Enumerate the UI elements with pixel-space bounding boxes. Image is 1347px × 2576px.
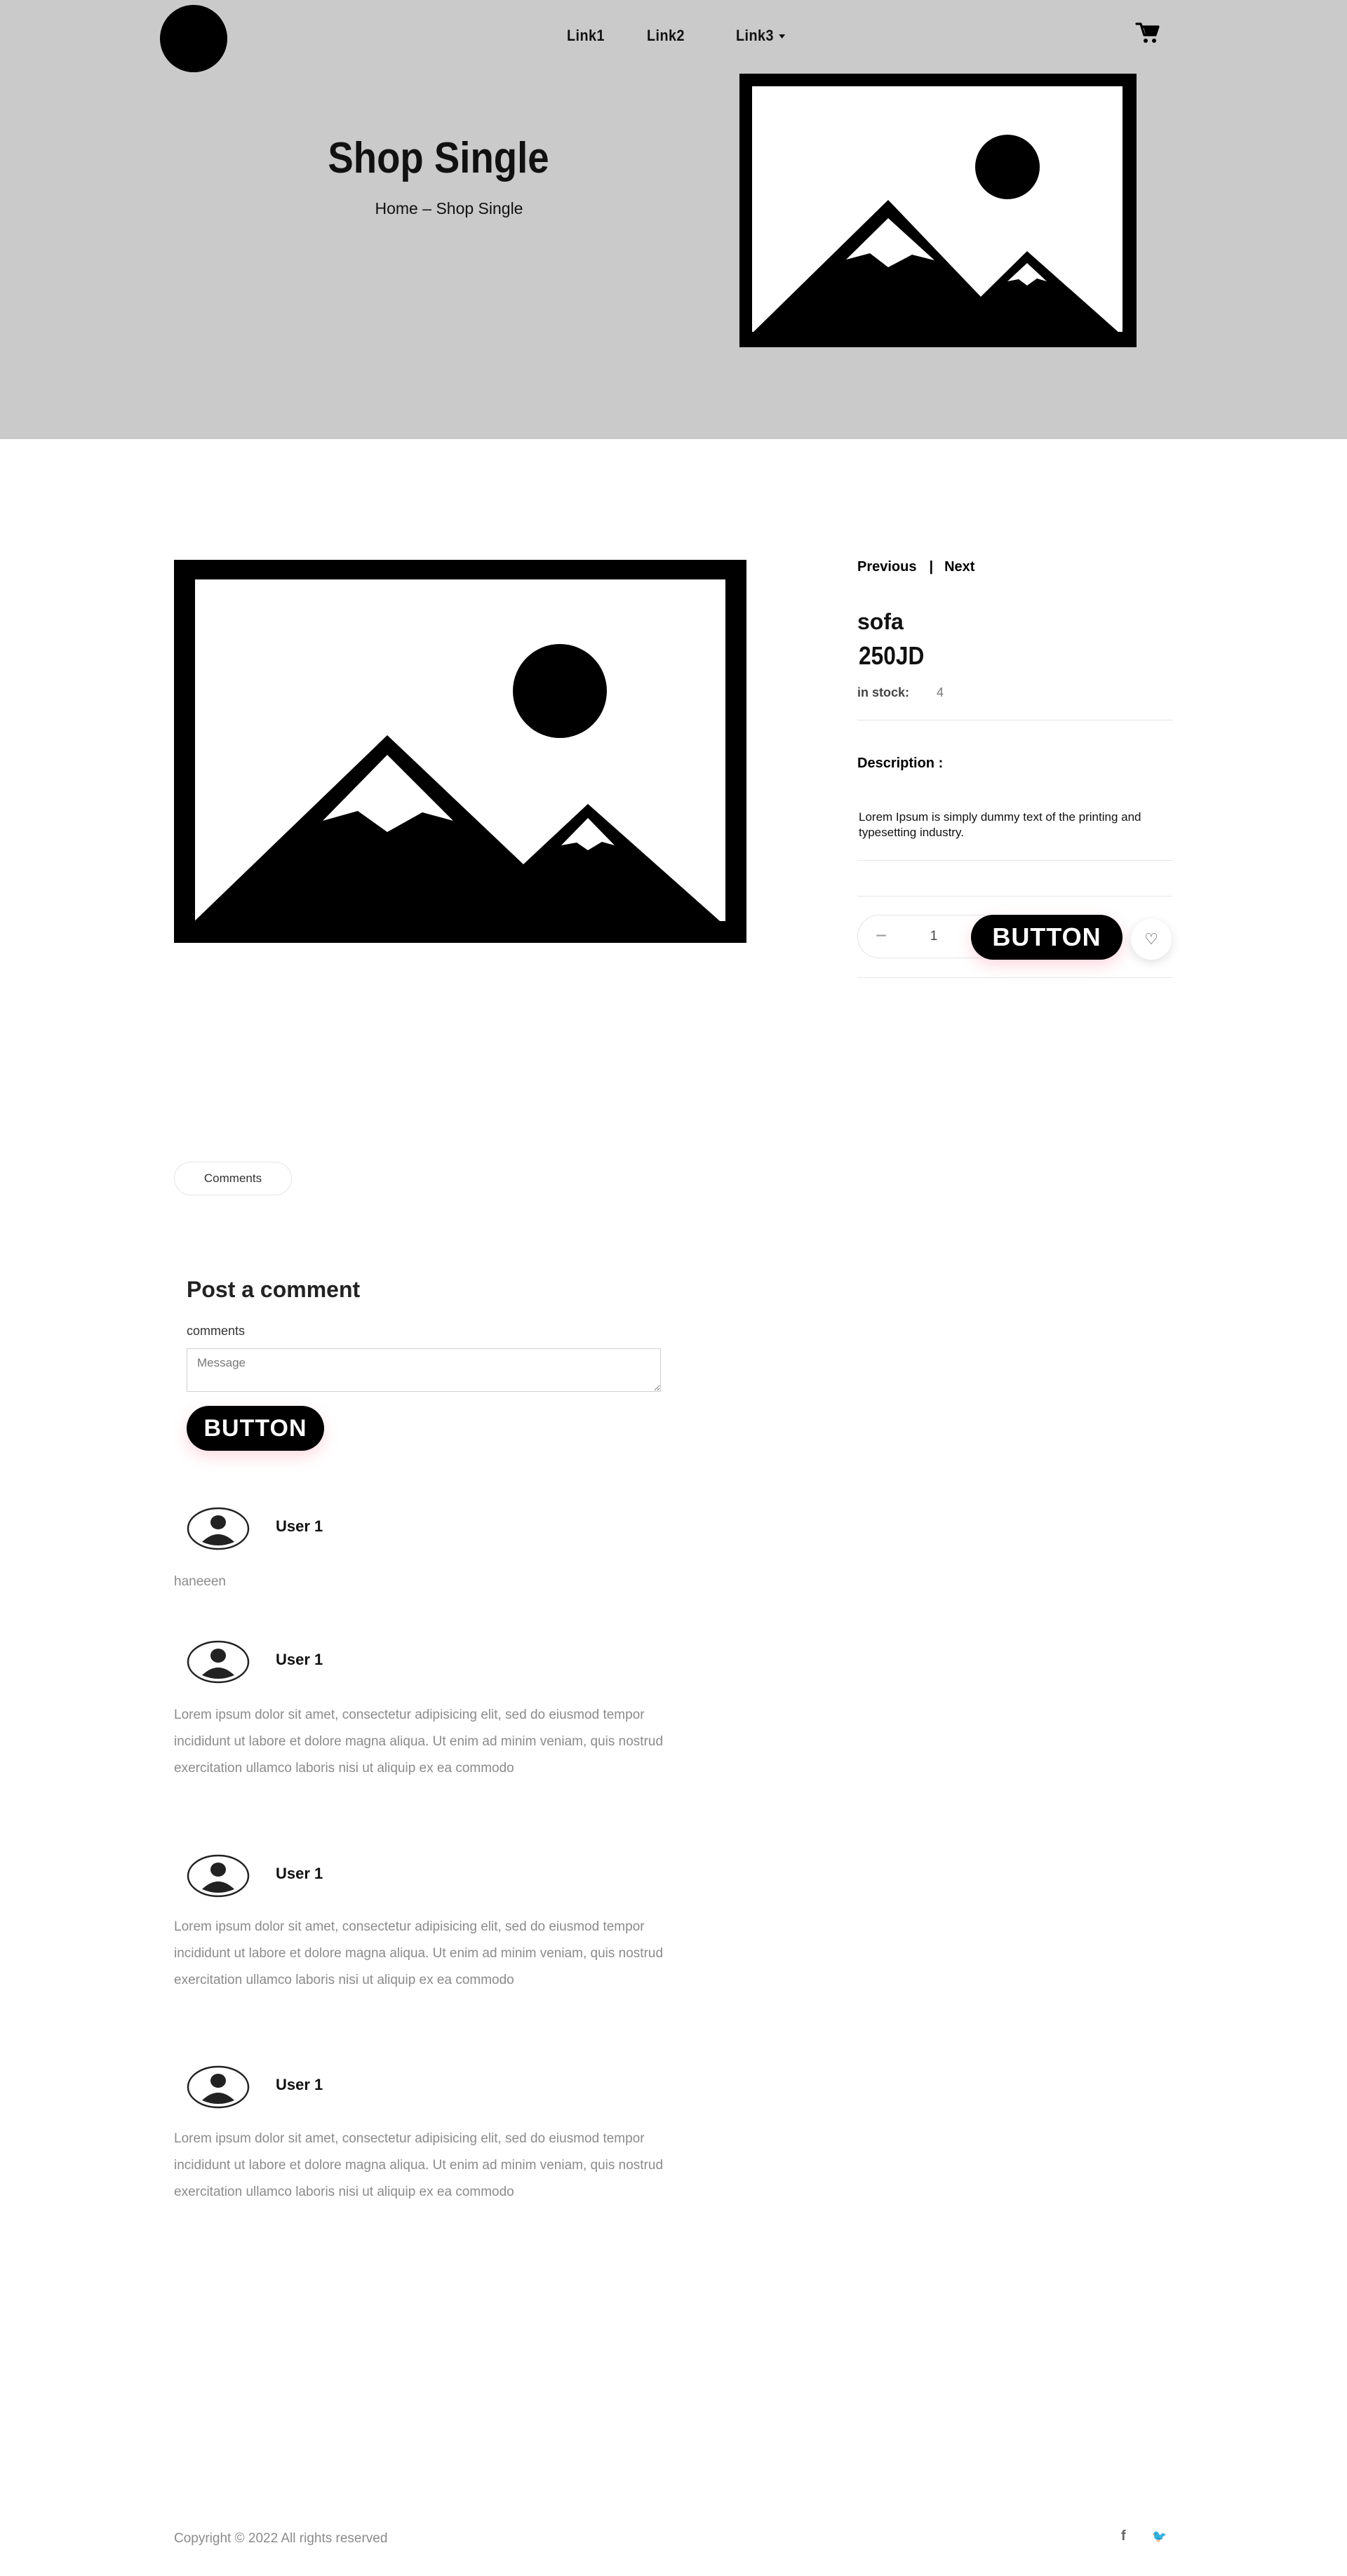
nav-link-3-dropdown[interactable]: Link3	[736, 27, 786, 45]
stock-label: in stock:	[857, 685, 910, 699]
facebook-icon[interactable]: f	[1121, 2528, 1126, 2544]
heart-icon[interactable]: ♡	[1131, 919, 1172, 960]
breadcrumb-current: Shop Single	[436, 199, 523, 217]
submit-comment-button[interactable]: BUTTON	[187, 1406, 324, 1451]
comments-field-label: comments	[187, 1324, 246, 1338]
minus-icon[interactable]: −	[871, 925, 892, 946]
cart-icon[interactable]	[1135, 21, 1160, 45]
stock-value: 4	[937, 685, 944, 699]
nav-link-2[interactable]: Link2	[647, 27, 685, 45]
twitter-icon[interactable]: 🐦	[1152, 2530, 1167, 2544]
quantity-value[interactable]: 1	[913, 929, 955, 944]
comment-user: User 1	[276, 1517, 323, 1535]
comment-text: haneeen	[174, 1574, 226, 1589]
hero-section: Link1 Link2 Link3 Shop Single Home – Sho…	[0, 0, 1347, 439]
comment-text: Lorem ipsum dolor sit amet, consectetur …	[174, 1919, 664, 1987]
comment-user: User 1	[276, 1865, 323, 1882]
product-price: 250JD	[859, 641, 925, 670]
user-avatar-icon	[187, 2065, 250, 2109]
product-name: sofa	[857, 609, 904, 634]
page-title: Shop Single	[328, 134, 549, 182]
comment-text: Lorem ipsum dolor sit amet, consectetur …	[174, 1708, 664, 1776]
add-to-cart-button[interactable]: BUTTON	[971, 915, 1122, 960]
divider	[857, 896, 1173, 897]
comment-user: User 1	[276, 2076, 323, 2093]
image-placeholder-icon	[739, 74, 1137, 347]
breadcrumb-separator: –	[422, 199, 432, 217]
user-avatar-icon	[187, 1507, 250, 1550]
nav-link-1[interactable]: Link1	[567, 27, 605, 45]
product-pager: Previous | Next	[857, 559, 974, 575]
description-text: Lorem Ipsum is simply dummy text of the …	[859, 810, 1141, 839]
logo[interactable]	[160, 5, 227, 72]
nav-link-3-label: Link3	[736, 27, 774, 44]
pager-separator: |	[929, 559, 934, 575]
divider	[857, 860, 1173, 861]
next-link[interactable]: Next	[944, 559, 974, 575]
description-label: Description :	[857, 756, 944, 771]
comment-text: Lorem ipsum dolor sit amet, consectetur …	[174, 2131, 664, 2199]
tab-comments[interactable]: Comments	[174, 1162, 292, 1195]
user-avatar-icon	[187, 1640, 250, 1684]
breadcrumb: Home – Shop Single	[302, 199, 596, 218]
divider	[857, 977, 1173, 978]
previous-link[interactable]: Previous	[857, 559, 916, 575]
copyright-text: Copyright © 2022 All rights reserved	[174, 2531, 388, 2546]
post-comment-title: Post a comment	[187, 1277, 361, 1302]
message-input[interactable]	[187, 1348, 661, 1392]
breadcrumb-home[interactable]: Home	[375, 199, 418, 217]
product-image	[174, 560, 746, 943]
chevron-down-icon	[779, 34, 786, 39]
user-avatar-icon	[187, 1854, 250, 1898]
comment-user: User 1	[276, 1651, 323, 1668]
